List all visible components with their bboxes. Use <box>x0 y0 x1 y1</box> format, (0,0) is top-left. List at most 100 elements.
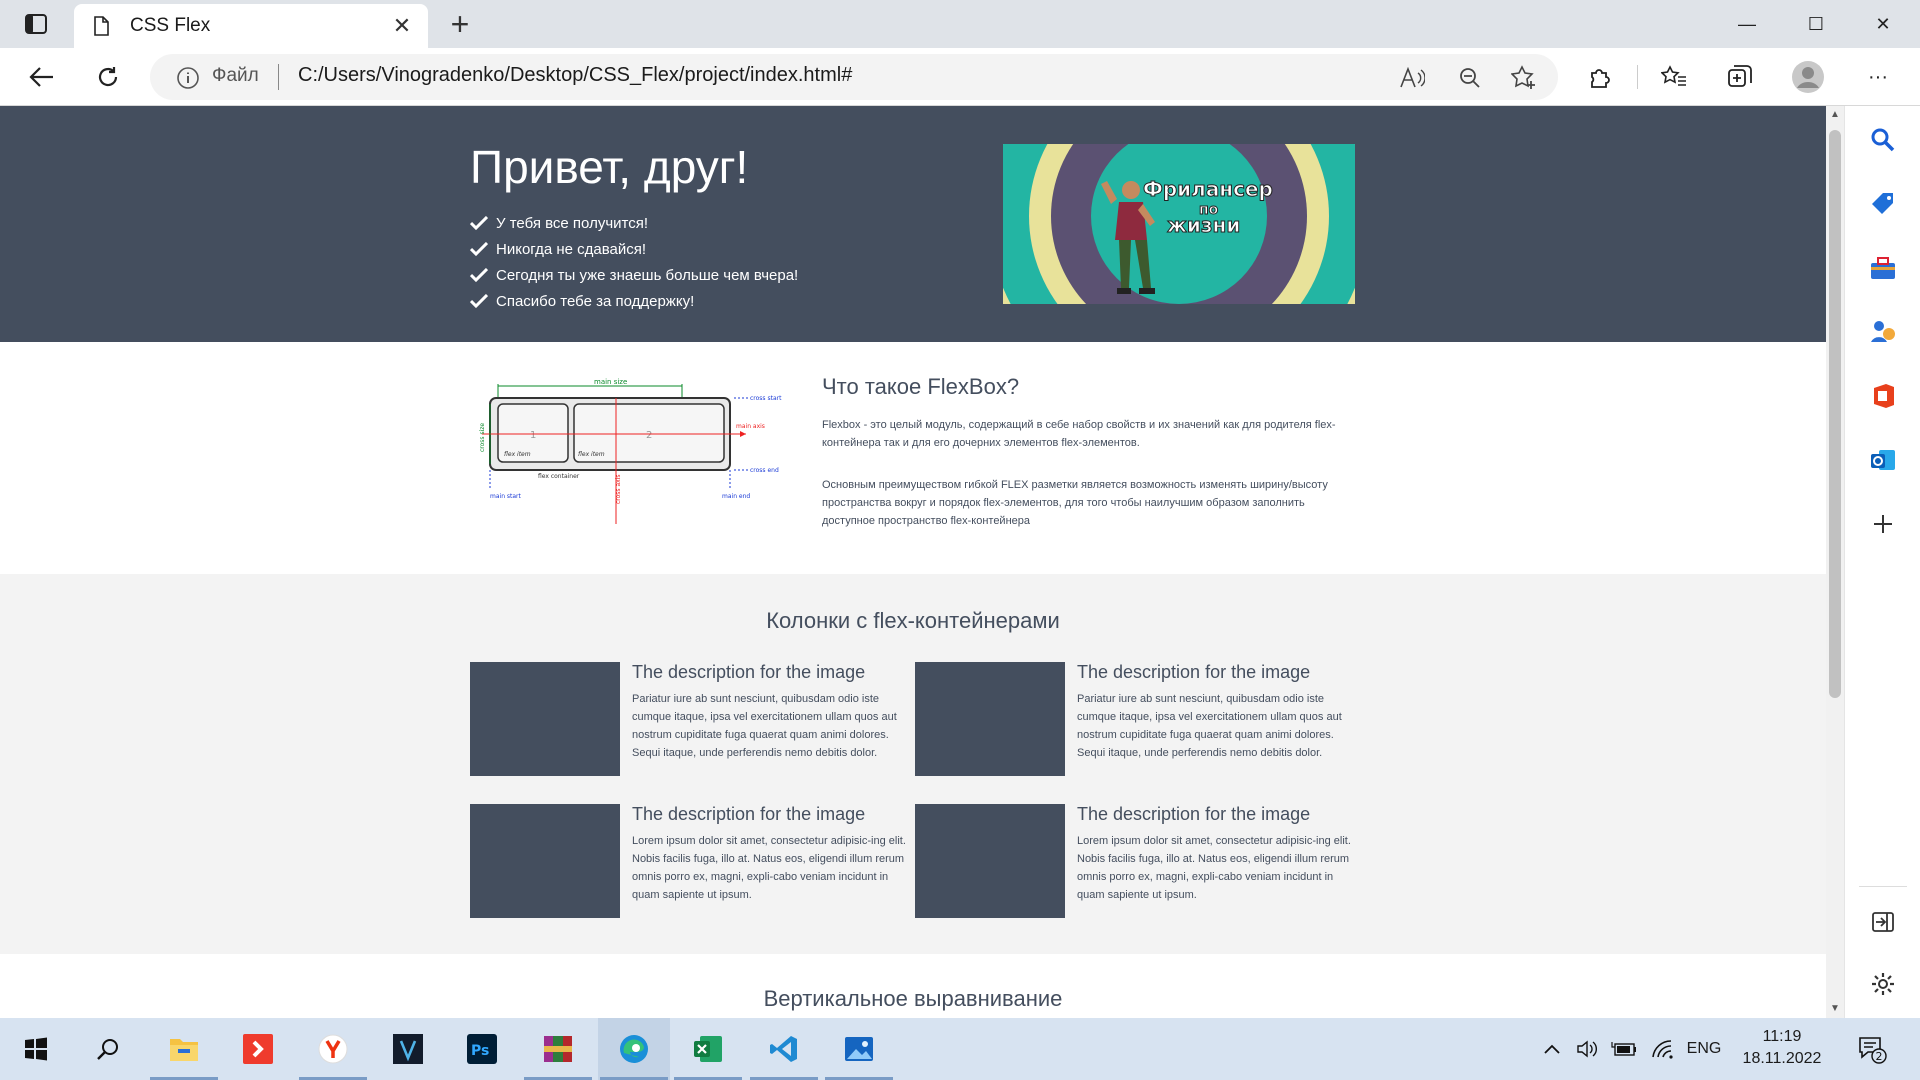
tab-title: CSS Flex <box>130 15 211 36</box>
edge-icon <box>620 1035 648 1063</box>
winrar-app[interactable] <box>522 1018 594 1080</box>
card-text: Lorem ipsum dolor sit amet, consectetur … <box>632 835 906 901</box>
language-indicator[interactable]: ENG <box>1682 1018 1726 1080</box>
svg-text:cross size: cross size <box>479 423 486 452</box>
add-icon[interactable] <box>1867 508 1899 540</box>
clock-time: 11:19 <box>1762 1028 1802 1045</box>
read-aloud-icon[interactable] <box>1398 64 1426 92</box>
hero-list-item: Сегодня ты уже знаешь больше чем вчера! <box>470 262 798 288</box>
url-text[interactable]: C:/Users/Vinogradenko/Desktop/CSS_Flex/p… <box>298 64 852 87</box>
clock[interactable]: 11:19 18.11.2022 <box>1724 1026 1840 1070</box>
back-button[interactable] <box>22 57 62 97</box>
collections-icon <box>1728 65 1752 87</box>
hero-list-item: У тебя все получится! <box>470 210 798 236</box>
windows-logo-icon <box>25 1037 47 1061</box>
refresh-button[interactable] <box>88 57 128 97</box>
document-icon <box>94 16 109 36</box>
tools-icon[interactable] <box>1867 252 1899 284</box>
battery-icon[interactable] <box>1608 1018 1640 1080</box>
freelancer-banner-image: Фрилансер по жизни <box>1003 144 1355 304</box>
svg-text:1: 1 <box>530 430 536 441</box>
outlook-icon[interactable] <box>1867 444 1899 476</box>
office-icon[interactable] <box>1867 380 1899 412</box>
sidebar-divider <box>1859 886 1907 887</box>
browser-titlebar: CSS Flex ✕ + — ☐ ✕ <box>0 0 1920 48</box>
minimize-button[interactable]: — <box>1716 0 1778 48</box>
scroll-thumb[interactable] <box>1829 130 1841 698</box>
avatar-icon <box>1792 61 1824 93</box>
svg-text:cross end: cross end <box>750 467 779 474</box>
svg-text:flex item: flex item <box>504 451 531 458</box>
gear-icon[interactable] <box>1867 968 1899 1000</box>
svg-text:cross axis: cross axis <box>615 475 622 504</box>
card-title: The description for the image <box>632 662 866 682</box>
collections-button[interactable] <box>1720 57 1760 97</box>
hero-list-item: Никогда не сдавайся! <box>470 236 798 262</box>
file-label: Файл <box>212 65 259 86</box>
file-explorer-app[interactable] <box>148 1018 220 1080</box>
card-text: Pariatur iure ab sunt nesciunt, quibusda… <box>1077 693 1342 759</box>
clock-date: 18.11.2022 <box>1742 1050 1822 1067</box>
wifi-icon[interactable] <box>1648 1018 1678 1080</box>
maximize-button[interactable]: ☐ <box>1785 0 1847 48</box>
card: The description for the image Lorem ipsu… <box>470 804 910 918</box>
photos-app[interactable] <box>823 1018 895 1080</box>
hero-list-item: Спасибо тебе за поддержку! <box>470 288 798 314</box>
svg-text:main start: main start <box>490 493 522 500</box>
search-icon[interactable] <box>1867 124 1899 156</box>
excel-icon <box>694 1036 722 1062</box>
windows-taskbar: Ps ENG 11:19 18.11.2022 2 <box>0 1018 1920 1080</box>
banner-text-3: жизни <box>1167 213 1240 237</box>
hide-sidebar-icon[interactable] <box>1867 906 1899 938</box>
yandex-browser-app[interactable] <box>297 1018 369 1080</box>
svg-text:2: 2 <box>646 430 652 441</box>
check-icon <box>470 294 488 308</box>
notifications-button[interactable]: 2 <box>1852 1018 1892 1080</box>
vegas-icon <box>393 1034 423 1064</box>
check-icon <box>470 216 488 230</box>
profile-button[interactable] <box>1788 57 1828 97</box>
anydesk-app[interactable] <box>222 1018 294 1080</box>
tab-css-flex[interactable]: CSS Flex ✕ <box>74 4 428 48</box>
scroll-up-icon[interactable]: ▲ <box>1826 106 1844 124</box>
svg-text:Ps: Ps <box>471 1043 489 1059</box>
tab-close-icon[interactable]: ✕ <box>390 13 414 39</box>
favorites-icon <box>1661 65 1686 86</box>
page-viewport: Привет, друг! У тебя все получится! Нико… <box>0 106 1826 1018</box>
page-scrollbar[interactable]: ▲ ▼ <box>1826 106 1844 1018</box>
tab-actions-icon[interactable] <box>14 10 58 38</box>
card-title: The description for the image <box>1077 804 1311 824</box>
info-icon[interactable] <box>176 66 200 90</box>
zoom-out-icon[interactable] <box>1456 64 1484 92</box>
notification-icon: 2 <box>1859 1037 1887 1064</box>
vscode-app[interactable] <box>748 1018 820 1080</box>
favorites-button[interactable] <box>1654 57 1694 97</box>
scroll-down-icon[interactable]: ▼ <box>1826 1000 1844 1018</box>
extensions-button[interactable] <box>1580 57 1620 97</box>
card-text: Lorem ipsum dolor sit amet, consectetur … <box>1077 835 1351 901</box>
add-favorite-icon[interactable] <box>1510 64 1538 92</box>
shopping-tag-icon[interactable] <box>1867 188 1899 220</box>
start-button[interactable] <box>0 1018 72 1080</box>
columns-title: Колонки с flex-контейнерами <box>766 608 1060 633</box>
close-window-button[interactable]: ✕ <box>1852 0 1914 48</box>
columns-section: Колонки с flex-контейнерами The descript… <box>0 574 1826 954</box>
excel-app[interactable] <box>672 1018 744 1080</box>
photoshop-app[interactable]: Ps <box>446 1018 518 1080</box>
games-icon[interactable] <box>1867 316 1899 348</box>
search-icon <box>97 1039 118 1060</box>
address-bar[interactable]: Файл C:/Users/Vinogradenko/Desktop/CSS_F… <box>150 54 1558 100</box>
flexbox-paragraph-2: Основным преимуществом гибкой FLEX разме… <box>822 479 1328 527</box>
volume-icon[interactable] <box>1572 1018 1602 1080</box>
back-arrow-icon <box>29 67 53 87</box>
winrar-icon <box>544 1036 572 1062</box>
folder-icon <box>170 1039 198 1061</box>
show-hidden-icons[interactable] <box>1538 1018 1566 1080</box>
settings-menu-button[interactable]: ··· <box>1858 57 1898 97</box>
vegas-app[interactable] <box>372 1018 444 1080</box>
card-title: The description for the image <box>632 804 866 824</box>
new-tab-button[interactable]: + <box>440 6 480 42</box>
edge-app[interactable] <box>598 1018 670 1080</box>
taskbar-search-button[interactable] <box>72 1018 144 1080</box>
card-image <box>915 662 1065 776</box>
